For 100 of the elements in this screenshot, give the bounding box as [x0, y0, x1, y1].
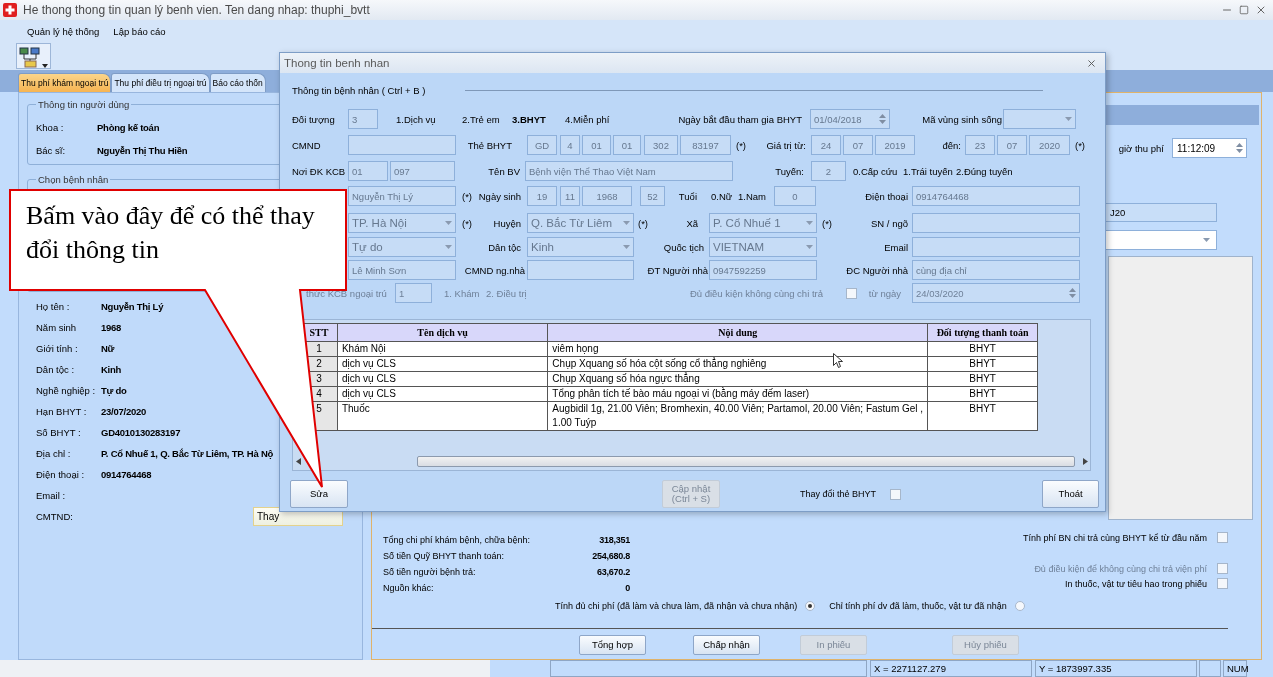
tab[interactable]: Thu phí khám ngoại trú	[18, 73, 112, 92]
input-field[interactable]	[912, 213, 1080, 233]
dropdown[interactable]: Q. Bắc Từ Liêm	[527, 213, 634, 233]
spin-arrows-icon	[1069, 287, 1076, 299]
field-label: Ngày bắt đầu tham gia BHYT	[677, 113, 802, 125]
date-spinner[interactable]: 01/04/2018	[810, 109, 890, 129]
input-field[interactable]: Bệnh viện Thể Thao Việt Nam	[525, 161, 733, 181]
info-label: Điện thoại :	[36, 469, 86, 480]
info-label: Email :	[36, 490, 67, 501]
total-label: Số tiền người bệnh trả:	[383, 567, 477, 577]
hint-text: 0.Nữ	[711, 190, 734, 202]
action-button[interactable]: Tổng hợp	[579, 635, 646, 655]
caret-icon	[445, 245, 452, 249]
caret-icon	[623, 221, 630, 225]
input-field[interactable]: 0	[774, 186, 816, 206]
dropdown[interactable]: TP. Hà Nội	[348, 213, 456, 233]
checkbox[interactable]	[890, 488, 902, 500]
input-field[interactable]: 1968	[582, 186, 632, 206]
input-field[interactable]: J20	[1105, 203, 1217, 222]
total-label: Nguồn khác:	[383, 583, 435, 593]
field-label: ĐC Người nhà	[845, 264, 908, 276]
callout-text: Bấm vào đây để có thể thay đổi thông tin	[26, 200, 316, 266]
group-title: Thông tin người dùng	[37, 99, 131, 110]
input-field[interactable]	[912, 237, 1080, 257]
time-spinner[interactable]: 11:12:09	[1172, 138, 1247, 158]
input-field[interactable]: 302	[644, 135, 678, 155]
input-field[interactable]: 11	[560, 186, 580, 206]
input-field[interactable]: 23	[965, 135, 995, 155]
option-text: 1.Dịch vụ	[396, 113, 437, 125]
input-field[interactable]: 83197	[680, 135, 731, 155]
input-field[interactable]: 07	[843, 135, 873, 155]
dropdown[interactable]	[1105, 230, 1217, 250]
input-field[interactable]: 52	[640, 186, 665, 206]
dropdown[interactable]: P. Cổ Nhuế 1	[709, 213, 817, 233]
input-field[interactable]: 07	[997, 135, 1027, 155]
spin-arrows-icon	[1236, 142, 1243, 154]
info-label: Giới tính :	[36, 343, 79, 354]
input-field[interactable]: 4	[560, 135, 580, 155]
input-field[interactable]: 19	[527, 186, 557, 206]
radio-button[interactable]	[1014, 601, 1025, 611]
dropdown[interactable]: Tự do	[348, 237, 456, 257]
caret-icon	[1203, 238, 1210, 242]
field-label: Email	[883, 241, 908, 253]
input-field[interactable]: Nguyễn Thị Lý	[348, 186, 456, 206]
input-field[interactable]: 01	[613, 135, 641, 155]
total-label: Số tiền Quỹ BHYT thanh toán:	[383, 551, 505, 561]
radio-label: Tính đủ chi phí (đã làm và chưa làm, đã nhận và chưa nhận)	[555, 601, 798, 611]
action-button[interactable]: Sửa	[290, 480, 348, 508]
close-icon[interactable]	[1255, 4, 1267, 16]
field-label: Xã	[685, 217, 698, 229]
hint-text: (*)	[1075, 139, 1087, 151]
dialog-title: Thong tin benh nhan	[284, 57, 391, 69]
input-field[interactable]: 2020	[1029, 135, 1070, 155]
info-value: 1968	[101, 322, 122, 333]
input-field[interactable]: 0947592259	[709, 260, 817, 280]
status-cell: Y = 1873997.335	[1035, 660, 1197, 677]
info-value: 0914764468	[101, 469, 152, 480]
info-value: Tự do	[101, 385, 127, 396]
input-field[interactable]: 2	[811, 161, 846, 181]
close-icon[interactable]	[1086, 57, 1097, 69]
dropdown[interactable]	[1003, 109, 1076, 129]
maximize-icon[interactable]	[1239, 5, 1249, 15]
field-label: CMND	[292, 139, 322, 151]
info-value: GD4010130283197	[101, 427, 181, 438]
tab[interactable]: Thu phí điều trị ngoại trú	[111, 73, 210, 92]
column-header: Tên dịch vụ	[337, 323, 548, 342]
input-field[interactable]: 01	[582, 135, 611, 155]
field-label: ĐT Người nhà	[646, 264, 708, 276]
input-field[interactable]: 2019	[875, 135, 915, 155]
info-label: CMTND:	[36, 511, 74, 522]
input-field[interactable]: GD	[527, 135, 557, 155]
input-field[interactable]: 3	[348, 109, 378, 129]
menu-item[interactable]: Quản lý hệ thống	[27, 25, 100, 37]
input-field[interactable]: 0914764468	[912, 186, 1080, 206]
checkbox[interactable]	[1217, 532, 1228, 543]
input-field[interactable]	[348, 135, 456, 155]
dropdown[interactable]: Kinh	[527, 237, 634, 257]
input-field[interactable]	[527, 260, 634, 280]
info-value: Kinh	[101, 364, 122, 375]
spin-arrows-icon	[879, 113, 886, 125]
horizontal-scrollbar[interactable]	[296, 454, 1088, 468]
input-field[interactable]: 097	[390, 161, 455, 181]
scrollbar-thumb[interactable]	[416, 455, 1076, 467]
field-label: Thẻ BHYT	[466, 139, 512, 151]
time-label: giờ thu phí	[1118, 142, 1164, 154]
input-field[interactable]: Lê Minh Sơn	[348, 260, 456, 280]
input-field[interactable]: 01	[348, 161, 388, 181]
checkbox[interactable]	[1217, 578, 1228, 589]
input-field[interactable]: 24	[811, 135, 841, 155]
menu-item[interactable]: Lập báo cáo	[113, 25, 166, 37]
radio-button[interactable]	[805, 601, 816, 611]
action-button[interactable]: Thoát	[1042, 480, 1100, 508]
hint-text: 2. Điều trị	[486, 287, 528, 299]
tab[interactable]: Báo cáo thốn	[209, 73, 266, 92]
input-field[interactable]: cùng địa chỉ	[912, 260, 1080, 280]
caret-icon	[42, 64, 48, 68]
action-button[interactable]: Chấp nhận	[693, 635, 760, 655]
dropdown[interactable]: VIETNAM	[709, 237, 817, 257]
table-cell: Augbidil 1g, 21.00 Viên; Bromhexin, 40.00 Viên; Partamol, 20.00 Viên; Fastum Gel , 1.00 Tuýp	[547, 401, 928, 431]
toolbar-button[interactable]	[16, 43, 51, 69]
